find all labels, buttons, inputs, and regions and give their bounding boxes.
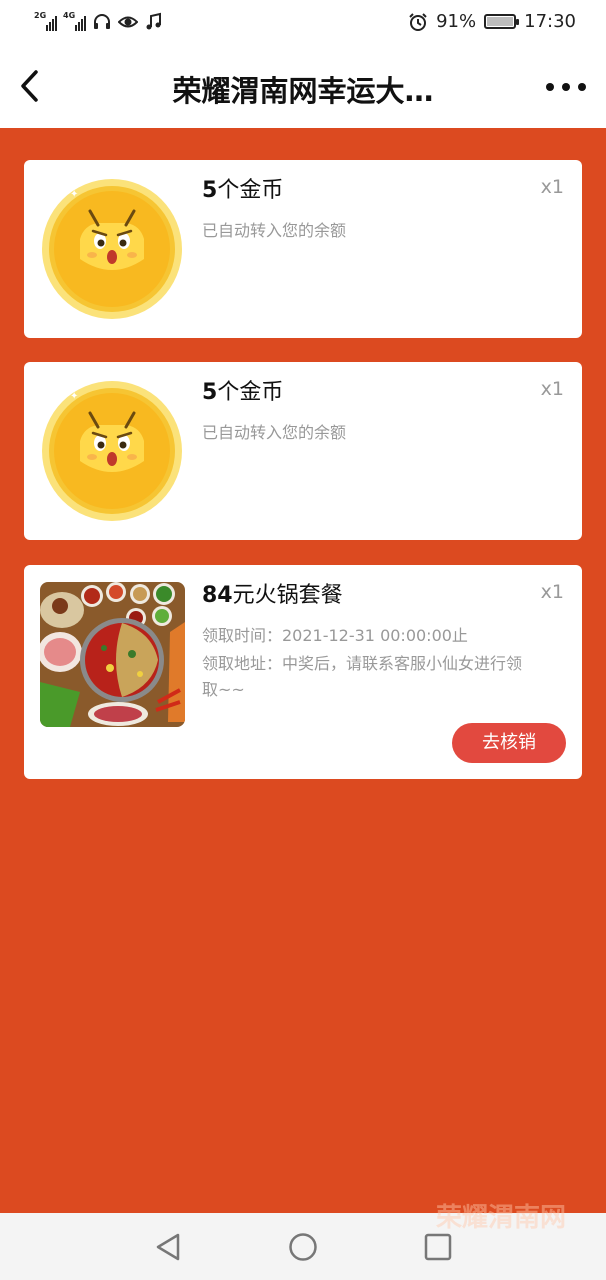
clock: 17:30	[524, 11, 576, 32]
status-right: 91% 17:30	[408, 11, 576, 32]
more-dot-icon	[562, 83, 570, 91]
prize-name: 个金币	[217, 178, 284, 203]
nav-back-button[interactable]	[152, 1231, 186, 1263]
status-bar: 2G 4G 91% 17:30	[0, 0, 606, 46]
claim-address-line2: 取~~	[202, 680, 245, 699]
prize-title: 84元火锅套餐	[202, 577, 343, 609]
more-options-button[interactable]	[546, 72, 586, 102]
chevron-left-icon	[21, 70, 38, 102]
square-recents-icon	[424, 1233, 452, 1261]
coin-mascot-icon: ✦	[42, 179, 182, 319]
watermark: 荣耀渭南网	[435, 1203, 566, 1233]
system-nav-bar: 荣耀渭南网	[0, 1203, 606, 1280]
coin-mascot-icon: ✦	[42, 381, 182, 521]
prize-amount: 5	[202, 178, 218, 203]
prize-card[interactable]: ✦ 5个金币 x1 已自动转入您的余额	[24, 160, 582, 338]
triangle-back-icon	[156, 1233, 180, 1261]
redeem-button[interactable]: 去核销	[452, 723, 566, 763]
prize-card[interactable]: ✦ 5个金币 x1 已自动转入您的余额	[24, 362, 582, 540]
back-button[interactable]	[14, 66, 50, 106]
sim2-network-type: 4G	[63, 11, 76, 20]
prize-name: 个金币	[217, 380, 284, 405]
headset-icon	[94, 14, 110, 29]
circle-home-icon	[289, 1233, 317, 1261]
title-bar: 荣耀渭南网幸运大…	[0, 46, 606, 128]
prize-title: 5个金币	[202, 172, 283, 204]
signal-icon-sim1: 2G	[34, 11, 57, 31]
claim-time: 领取时间：2021-12-31 00:00:00止	[202, 626, 468, 645]
gold-coin-image: ✦	[40, 177, 185, 322]
more-dot-icon	[546, 83, 554, 91]
prize-note: 已自动转入您的余额	[202, 221, 347, 240]
nav-recents-button[interactable]	[420, 1231, 454, 1263]
prize-list: ✦ 5个金币 x1 已自动转入您的余额 ✦ 5个金币 x1 已自动转入您的余额 …	[0, 128, 606, 1213]
claim-address-line1: 领取地址：中奖后，请联系客服小仙女进行领	[202, 654, 523, 673]
prize-quantity: x1	[540, 378, 564, 400]
prize-name: 元火锅套餐	[232, 583, 343, 608]
music-icon	[146, 12, 161, 30]
page-title: 荣耀渭南网幸运大…	[172, 74, 434, 108]
signal-icon-sim2: 4G	[63, 11, 86, 31]
gold-coin-image: ✦	[40, 379, 185, 524]
prize-amount: 5	[202, 380, 218, 405]
more-dot-icon	[578, 83, 586, 91]
prize-card[interactable]: 84元火锅套餐 x1 领取时间：2021-12-31 00:00:00止 领取地…	[24, 565, 582, 779]
hotpot-image	[40, 582, 185, 727]
prize-note: 已自动转入您的余额	[202, 423, 347, 442]
alarm-icon	[409, 12, 427, 31]
battery-percent: 91%	[436, 11, 477, 32]
battery-icon	[484, 14, 520, 29]
svg-text:✦: ✦	[70, 189, 78, 200]
prize-quantity: x1	[540, 176, 564, 198]
sim1-network-type: 2G	[34, 11, 47, 20]
hotpot-icon	[40, 582, 185, 727]
prize-quantity: x1	[540, 581, 564, 603]
prize-amount: 84	[202, 583, 233, 608]
prize-title: 5个金币	[202, 374, 283, 406]
nav-home-button[interactable]	[286, 1231, 320, 1263]
eye-icon	[118, 16, 138, 28]
status-left: 2G 4G	[34, 11, 164, 32]
svg-text:✦: ✦	[70, 391, 78, 402]
